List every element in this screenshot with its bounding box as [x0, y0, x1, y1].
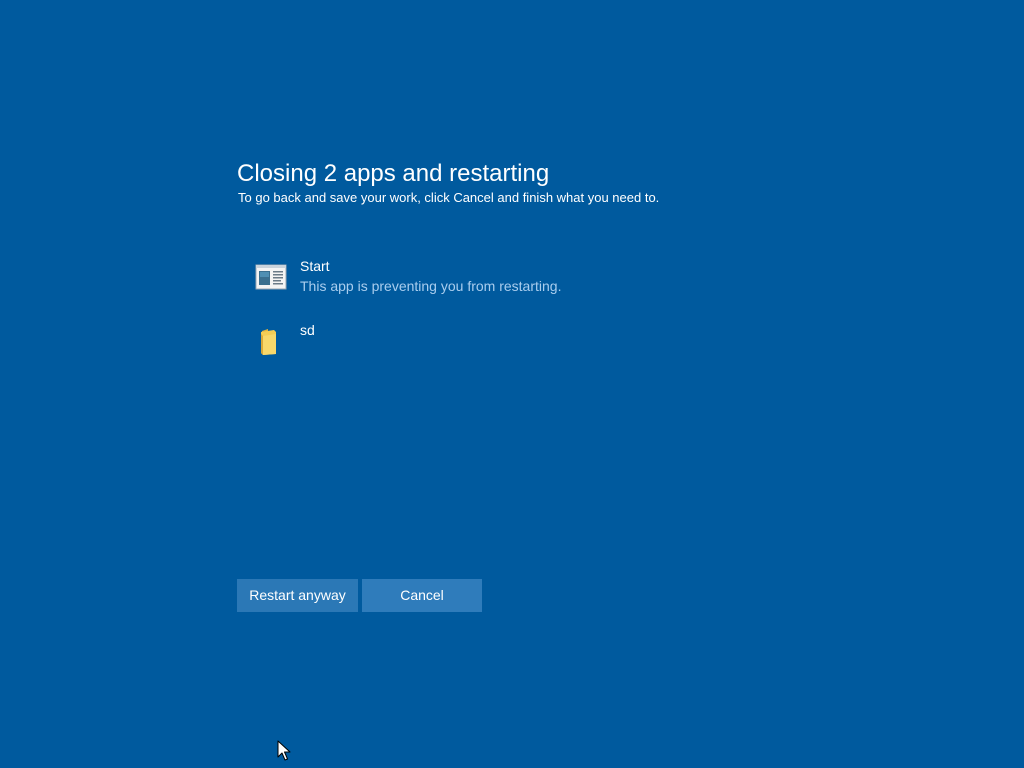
folder-icon	[254, 324, 288, 358]
app-name: Start	[300, 258, 330, 274]
start-app-icon	[254, 260, 288, 294]
button-row: Restart anyway Cancel	[237, 579, 482, 612]
restart-screen: Closing 2 apps and restarting To go back…	[0, 0, 1024, 768]
page-subtitle: To go back and save your work, click Can…	[238, 190, 660, 205]
page-title: Closing 2 apps and restarting	[237, 160, 550, 187]
app-status: This app is preventing you from restarti…	[300, 278, 562, 294]
mouse-pointer-icon	[277, 740, 291, 762]
restart-anyway-button[interactable]: Restart anyway	[237, 579, 358, 612]
app-name: sd	[300, 322, 315, 338]
cancel-button[interactable]: Cancel	[362, 579, 482, 612]
